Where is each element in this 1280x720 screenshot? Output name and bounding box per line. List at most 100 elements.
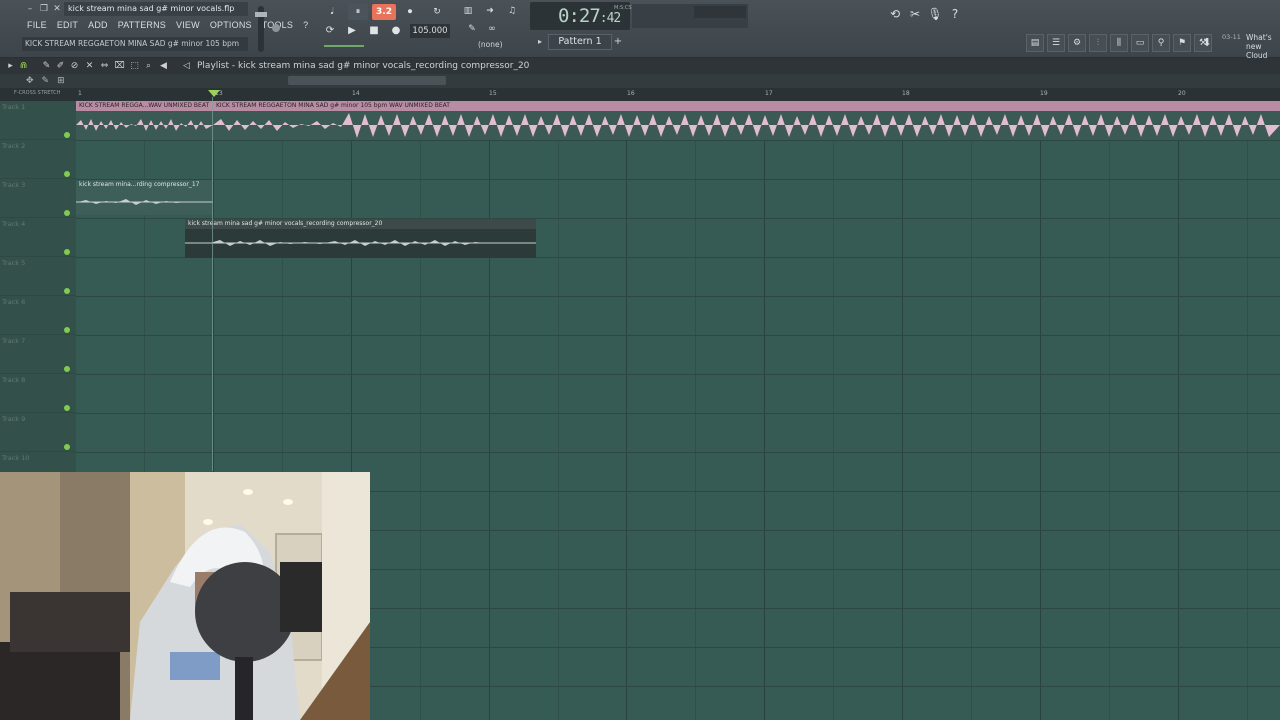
grid-icon[interactable]: ⊞ [57, 74, 65, 88]
audio-clip-beat[interactable]: KICK STREAM REGGAETON MINA SAD g# minor … [213, 101, 1280, 140]
master-volume-handle[interactable] [255, 12, 267, 17]
select-tool-icon[interactable]: ⬚ [128, 59, 141, 73]
record-button[interactable]: ● [388, 23, 404, 39]
track-mute-led[interactable] [64, 171, 70, 177]
playlist-view-icon[interactable]: ▤ [1026, 34, 1044, 52]
horizontal-scrollbar[interactable] [288, 76, 446, 85]
draw-tool-icon[interactable]: ✎ [40, 59, 53, 73]
menu-edit[interactable]: EDIT [52, 18, 83, 32]
clip-title: kick stream mina sad g# minor vocals_rec… [185, 219, 536, 229]
magnet-icon[interactable]: ⋒ [17, 59, 30, 73]
refresh-icon[interactable]: ⟲ [886, 5, 904, 23]
play-button[interactable]: ▶ [344, 23, 360, 39]
metronome-icon[interactable]: ♫ [504, 4, 520, 18]
speaker-icon[interactable]: ◁ [180, 59, 193, 73]
pattern-add-icon[interactable]: + [613, 35, 623, 49]
track-header[interactable]: Track 5 [0, 257, 76, 296]
clip-waveform [185, 229, 536, 258]
track-mute-led[interactable] [64, 249, 70, 255]
audio-clip-vocals[interactable]: kick stream mina...rding compressor_17 [76, 180, 213, 215]
song-time-display[interactable]: 0:27:42 M:S:CS [530, 2, 632, 30]
channel-rack-icon[interactable]: ⚙ [1068, 34, 1086, 52]
audio-clip-vocals-selected[interactable]: kick stream mina sad g# minor vocals_rec… [185, 219, 536, 258]
cut-icon[interactable]: ✂ [906, 5, 924, 23]
paint-tool-icon[interactable]: ✐ [54, 59, 67, 73]
browser-icon[interactable]: ▭ [1131, 34, 1149, 52]
track-mute-led[interactable] [64, 288, 70, 294]
stretch-switch[interactable]: F-CROSS STRETCH [14, 90, 60, 96]
tools-icon[interactable]: ⚑ [1173, 34, 1191, 52]
track-header[interactable]: Track 7 [0, 335, 76, 374]
mixer-icon[interactable]: ⫶ [1089, 34, 1107, 52]
playlist-menu-icon[interactable]: ▸ [4, 59, 17, 73]
pencil-icon[interactable]: ✎ [464, 22, 480, 36]
move-icon[interactable]: ✥ [26, 74, 34, 88]
slice-tool-icon[interactable]: ⌧ [113, 59, 126, 73]
track-name: Track 9 [2, 415, 26, 423]
delete-tool-icon[interactable]: ⊘ [68, 59, 81, 73]
fl-studio-window: – ❐ ✕ kick stream mina sad g# minor voca… [0, 0, 1280, 720]
mute-tool-icon[interactable]: ✕ [83, 59, 96, 73]
track-mute-led[interactable] [64, 327, 70, 333]
track-mute-led[interactable] [64, 444, 70, 450]
grid-bar-line [764, 101, 765, 720]
song-position-marker[interactable] [208, 90, 220, 97]
help-icon[interactable]: ? [946, 5, 964, 23]
link-icon[interactable]: ∞ [484, 22, 500, 36]
loop-icon[interactable]: ⟳ [322, 23, 338, 39]
track-header[interactable]: Track 1 [0, 101, 76, 140]
track-header[interactable]: Track 6 [0, 296, 76, 335]
menu-options[interactable]: OPTIONS [205, 18, 257, 32]
microphone-icon[interactable]: 🎙 [926, 5, 944, 23]
track-header[interactable]: Track 9 [0, 413, 76, 452]
menu-patterns[interactable]: PATTERNS [113, 18, 171, 32]
download-icon[interactable]: ⬇ [1198, 34, 1216, 52]
channel-settings-icon[interactable]: ⫼ [1110, 34, 1128, 52]
clip-waveform [76, 190, 213, 215]
track-header[interactable]: Track 3 [0, 179, 76, 218]
pattern-selector[interactable]: Pattern 1 [548, 34, 612, 50]
metronome-button[interactable]: 𝅘𝅥 [322, 4, 342, 20]
menu-view[interactable]: VIEW [171, 18, 205, 32]
audio-clip-beat[interactable]: KICK STREAM REGGA...WAV UNMIXED BEAT [76, 101, 213, 140]
plugin-icon[interactable]: ⚲ [1152, 34, 1170, 52]
piano-icon[interactable]: ▥ [460, 4, 476, 18]
arrow-right-icon[interactable]: ➜ [482, 4, 498, 18]
countdown-button[interactable]: ⏺ [400, 4, 420, 20]
track-mute-led[interactable] [64, 132, 70, 138]
tempo-slider[interactable] [324, 45, 364, 47]
track-mute-led[interactable] [64, 210, 70, 216]
playlist-subtools: ✥ ✎ ⊞ [26, 74, 65, 88]
menu-add[interactable]: ADD [83, 18, 113, 32]
stop-button[interactable]: ■ [366, 23, 382, 39]
master-pitch-knob[interactable] [272, 24, 280, 32]
track-mute-led[interactable] [64, 405, 70, 411]
slip-tool-icon[interactable]: ⇔ [98, 59, 111, 73]
window-view-buttons: ▤ ☰ ⚙ ⫶ ⫼ ▭ ⚲ ⚑ ⚒ [1026, 34, 1212, 52]
tempo-display[interactable]: 105.000 [410, 24, 450, 38]
track-header[interactable]: Track 4 [0, 218, 76, 257]
playback-tool-icon[interactable]: ◀ [157, 59, 170, 73]
menu-help[interactable]: ? [298, 18, 313, 32]
track-header[interactable]: Track 2 [0, 140, 76, 179]
track-mute-led[interactable] [64, 366, 70, 372]
track-name: Track 2 [2, 142, 26, 150]
zoom-tool-icon[interactable]: ⌕ [142, 59, 155, 73]
pencil-small-icon[interactable]: ✎ [42, 74, 50, 88]
pattern-song-toggle[interactable]: 3.2 [372, 4, 396, 20]
minimize-icon[interactable]: – [24, 3, 36, 15]
ruler-bar-label: 14 [352, 90, 360, 97]
track-header[interactable]: Track 8 [0, 374, 76, 413]
master-volume-slider[interactable] [255, 6, 267, 52]
close-icon[interactable]: ✕ [51, 3, 63, 15]
snap-selector[interactable]: (none) [478, 40, 503, 49]
menu-file[interactable]: FILE [22, 18, 52, 32]
restore-icon[interactable]: ❐ [38, 3, 50, 15]
wait-for-input-button[interactable]: ⏸ [348, 4, 368, 20]
timeline-ruler[interactable]: 1 13 14 15 16 17 18 19 20 [0, 88, 1280, 101]
piano-roll-view-icon[interactable]: ☰ [1047, 34, 1065, 52]
pattern-prev-icon[interactable]: ▸ [534, 35, 546, 49]
ruler-bar-label: 17 [765, 90, 773, 97]
loop-record-button[interactable]: ↻ [426, 4, 448, 20]
ruler-bar-label: 19 [1040, 90, 1048, 97]
